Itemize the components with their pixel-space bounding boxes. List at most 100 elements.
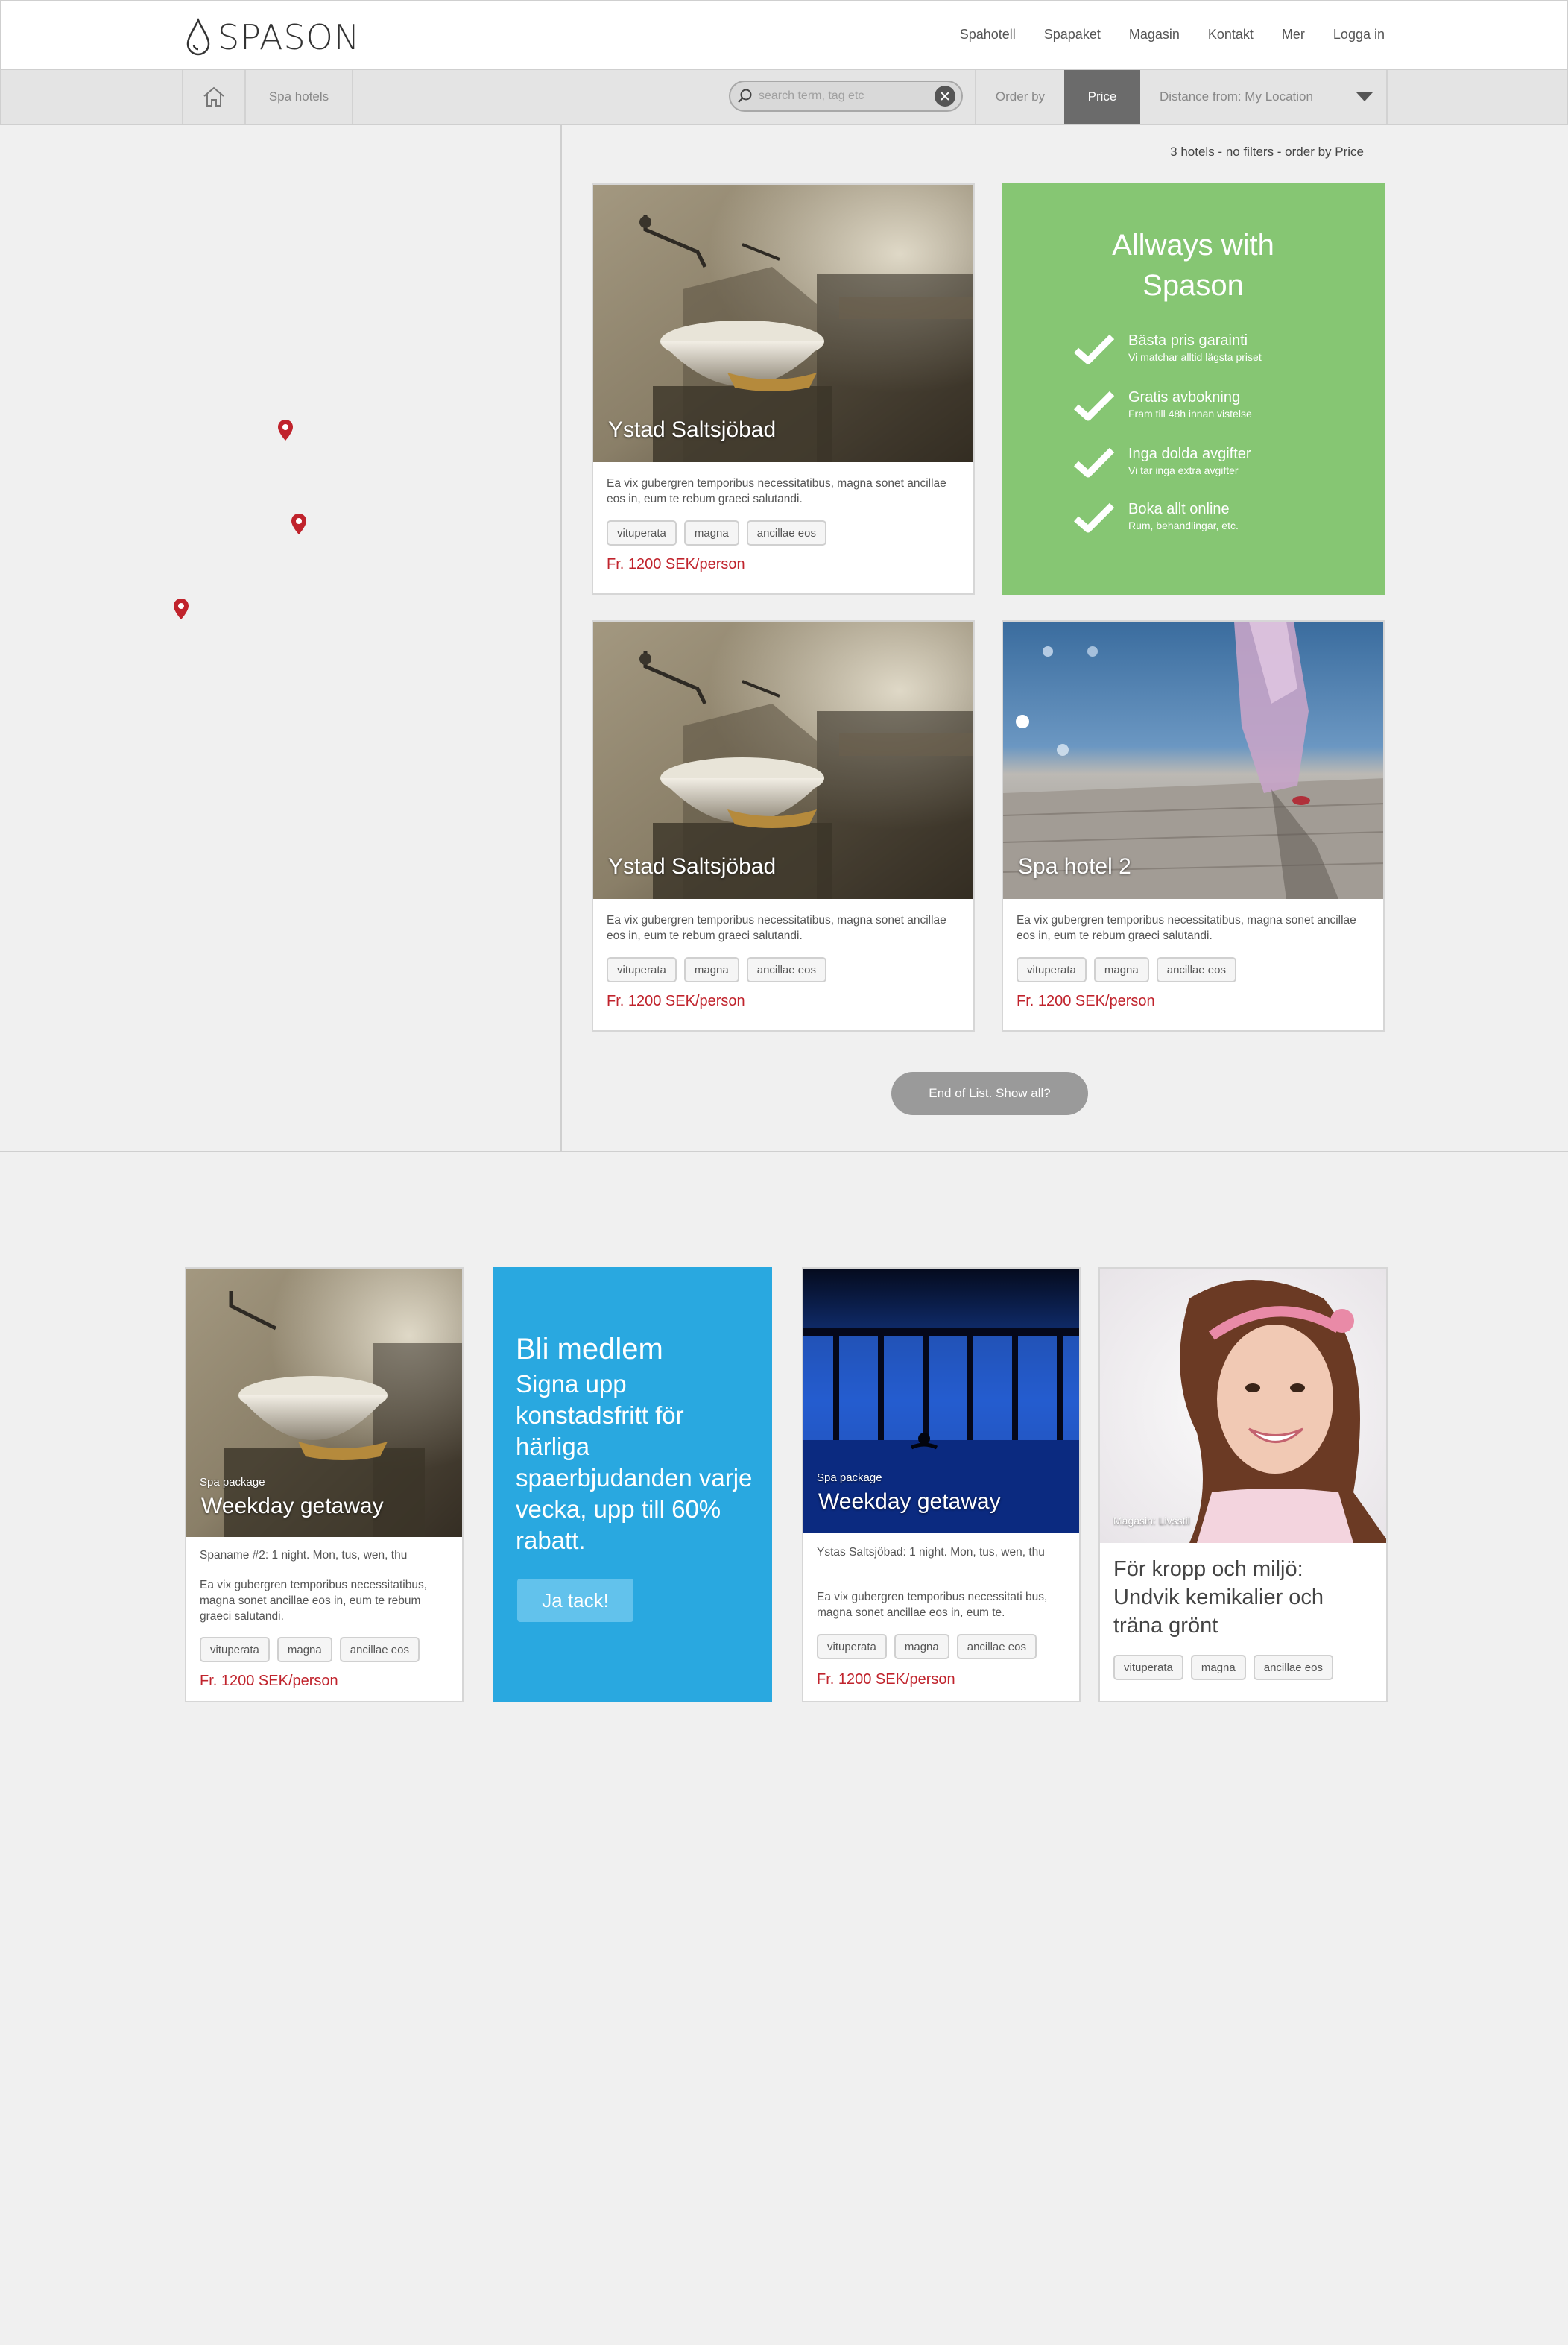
tag[interactable]: ancillae eos [746,957,826,982]
benefit-sub: Fram till 48h innan vistelse [1128,408,1252,420]
article-title: För kropp och miljö: Undvik kemikalier o… [1113,1557,1324,1638]
close-icon [941,92,949,101]
join-button[interactable]: Ja tack! [517,1579,633,1622]
nav-kontakt[interactable]: Kontakt [1208,27,1254,42]
nav-logga-in[interactable]: Logga in [1333,27,1385,42]
tag[interactable]: magna [683,520,739,546]
sort-distance-dropdown[interactable]: Distance from: My Location [1140,70,1388,124]
logo-text: SPASON [218,17,361,57]
package-image: Spa package Weekday getaway [186,1269,462,1537]
benefit-title: Gratis avbokning [1128,389,1241,405]
sort-price-button[interactable]: Price [1064,70,1140,124]
hotel-title: Ystad Saltsjöbad [608,854,777,879]
hotel-description: Ea vix gubergren temporibus necessitatib… [607,914,946,942]
checkmark-icon [1074,502,1115,533]
tag-list: vituperata magna ancillae eos [607,957,826,982]
distance-label: Distance from: My Location [1160,89,1313,104]
hotel-title: Spa hotel 2 [1018,854,1131,879]
benefit-item: Inga dolda avgifter Vi tar inga extra avg… [1073,446,1251,479]
hotel-card[interactable]: Ystad Saltsjöbad Ea vix gubergren tempor… [592,183,975,595]
membership-text: Signa upp konstadsfritt för härliga spae… [516,1370,753,1554]
tag-list: vituperata magna ancillae eos [817,1634,1037,1659]
tag[interactable]: vituperata [607,520,677,546]
checkmark-icon [1074,391,1115,421]
package-description: Ea vix gubergren temporibus necessitati … [817,1591,1048,1619]
tag[interactable]: vituperata [200,1637,270,1662]
package-title: Weekday getaway [201,1494,384,1518]
search-icon [738,89,752,103]
tag[interactable]: ancillae eos [746,520,826,546]
clear-search-button[interactable] [935,86,955,107]
nav-spahotell[interactable]: Spahotell [960,27,1016,42]
tag[interactable]: magna [1093,957,1149,982]
membership-title: Bli medlem [516,1333,663,1366]
show-all-button[interactable]: End of List. Show all? [891,1072,1088,1115]
tag[interactable]: vituperata [607,957,677,982]
hotel-card[interactable]: Ystad Saltsjöbad Ea vix gubergren tempor… [592,620,975,1032]
hotel-description: Ea vix gubergren temporibus necessitatib… [607,477,946,505]
checkmark-icon [1074,447,1115,478]
map-pin-icon[interactable] [277,419,294,441]
benefit-title: Boka allt online [1128,501,1230,517]
tag[interactable]: magna [276,1637,332,1662]
hotel-image: Ystad Saltsjöbad [593,622,973,899]
package-meta: Ystas Saltsjöbad: 1 night. Mon, tus, wen… [817,1546,1045,1559]
benefit-item: Bästa pris garainti Vi matchar alltid läg… [1073,332,1262,365]
benefit-item: Boka allt online Rum, behandlingar, etc. [1073,501,1239,534]
tag[interactable]: ancillae eos [1253,1655,1333,1680]
tag[interactable]: vituperata [1017,957,1087,982]
nav-spapaket[interactable]: Spapaket [1044,27,1101,42]
logo[interactable]: SPASON [183,16,360,58]
benefit-title: Bästa pris garainti [1128,332,1248,349]
benefit-sub: Rum, behandlingar, etc. [1128,520,1239,531]
chevron-down-icon [1356,92,1373,101]
tag[interactable]: magna [1190,1655,1246,1680]
benefits-promo: Allways with Spason Bästa pris garainti V… [1002,183,1385,595]
package-card[interactable]: Spa package Weekday getaway Ystas Saltsj… [802,1267,1081,1702]
filter-toolbar: Spa hotels Order by Price Distance from:… [0,70,1568,125]
map[interactable] [1,125,562,1152]
promo-title: Allways with Spason [1112,229,1274,302]
home-icon [203,86,224,107]
tag[interactable]: magna [894,1634,949,1659]
hotel-title: Ystad Saltsjöbad [608,417,777,442]
package-description: Ea vix gubergren temporibus necessitatib… [200,1579,427,1623]
benefit-sub: Vi tar inga extra avgifter [1128,464,1239,476]
hotel-card[interactable]: Spa hotel 2 Ea vix gubergren temporibus … [1002,620,1385,1032]
tag[interactable]: vituperata [817,1634,887,1659]
tag-list: vituperata magna ancillae eos [1113,1655,1333,1680]
breadcrumb[interactable]: Spa hotels [246,70,353,124]
tag[interactable]: ancillae eos [956,1634,1037,1659]
article-image: Magasin: Livsstil [1100,1269,1386,1543]
tag[interactable]: magna [683,957,739,982]
checkmark-icon [1074,334,1115,364]
section-divider [0,1151,1568,1152]
map-pin-icon[interactable] [173,598,189,620]
article-card[interactable]: Magasin: Livsstil För kropp och miljö: U… [1098,1267,1388,1702]
hotel-description: Ea vix gubergren temporibus necessitatib… [1017,914,1356,942]
package-meta: Spaname #2: 1 night. Mon, tus, wen, thu [200,1549,408,1562]
nav-mer[interactable]: Mer [1282,27,1305,42]
tag[interactable]: ancillae eos [339,1637,420,1662]
hotel-price: Fr. 1200 SEK/person [1017,993,1155,1009]
map-pin-icon[interactable] [291,513,307,535]
tag-list: vituperata magna ancillae eos [200,1637,420,1662]
benefit-item: Gratis avbokning Fram till 48h innan vist… [1073,389,1252,422]
search-input[interactable] [759,89,935,103]
tag[interactable]: vituperata [1113,1655,1183,1680]
tag[interactable]: ancillae eos [1156,957,1236,982]
benefit-title: Inga dolda avgifter [1128,446,1251,462]
home-button[interactable] [182,70,246,124]
benefit-sub: Vi matchar alltid lägsta priset [1128,351,1262,363]
article-category: Magasin: Livsstil [1113,1515,1190,1527]
package-card[interactable]: Spa package Weekday getaway Spaname #2: … [185,1267,464,1702]
membership-promo: Bli medlem Signa upp konstadsfritt för h… [493,1267,772,1702]
package-price: Fr. 1200 SEK/person [200,1673,338,1689]
results-summary: 3 hotels - no filters - order by Price [1170,145,1364,159]
search-box [729,81,963,112]
package-type: Spa package [817,1471,882,1484]
tag-list: vituperata magna ancillae eos [607,520,826,546]
package-type: Spa package [200,1476,265,1489]
package-price: Fr. 1200 SEK/person [817,1671,955,1688]
nav-magasin[interactable]: Magasin [1129,27,1180,42]
